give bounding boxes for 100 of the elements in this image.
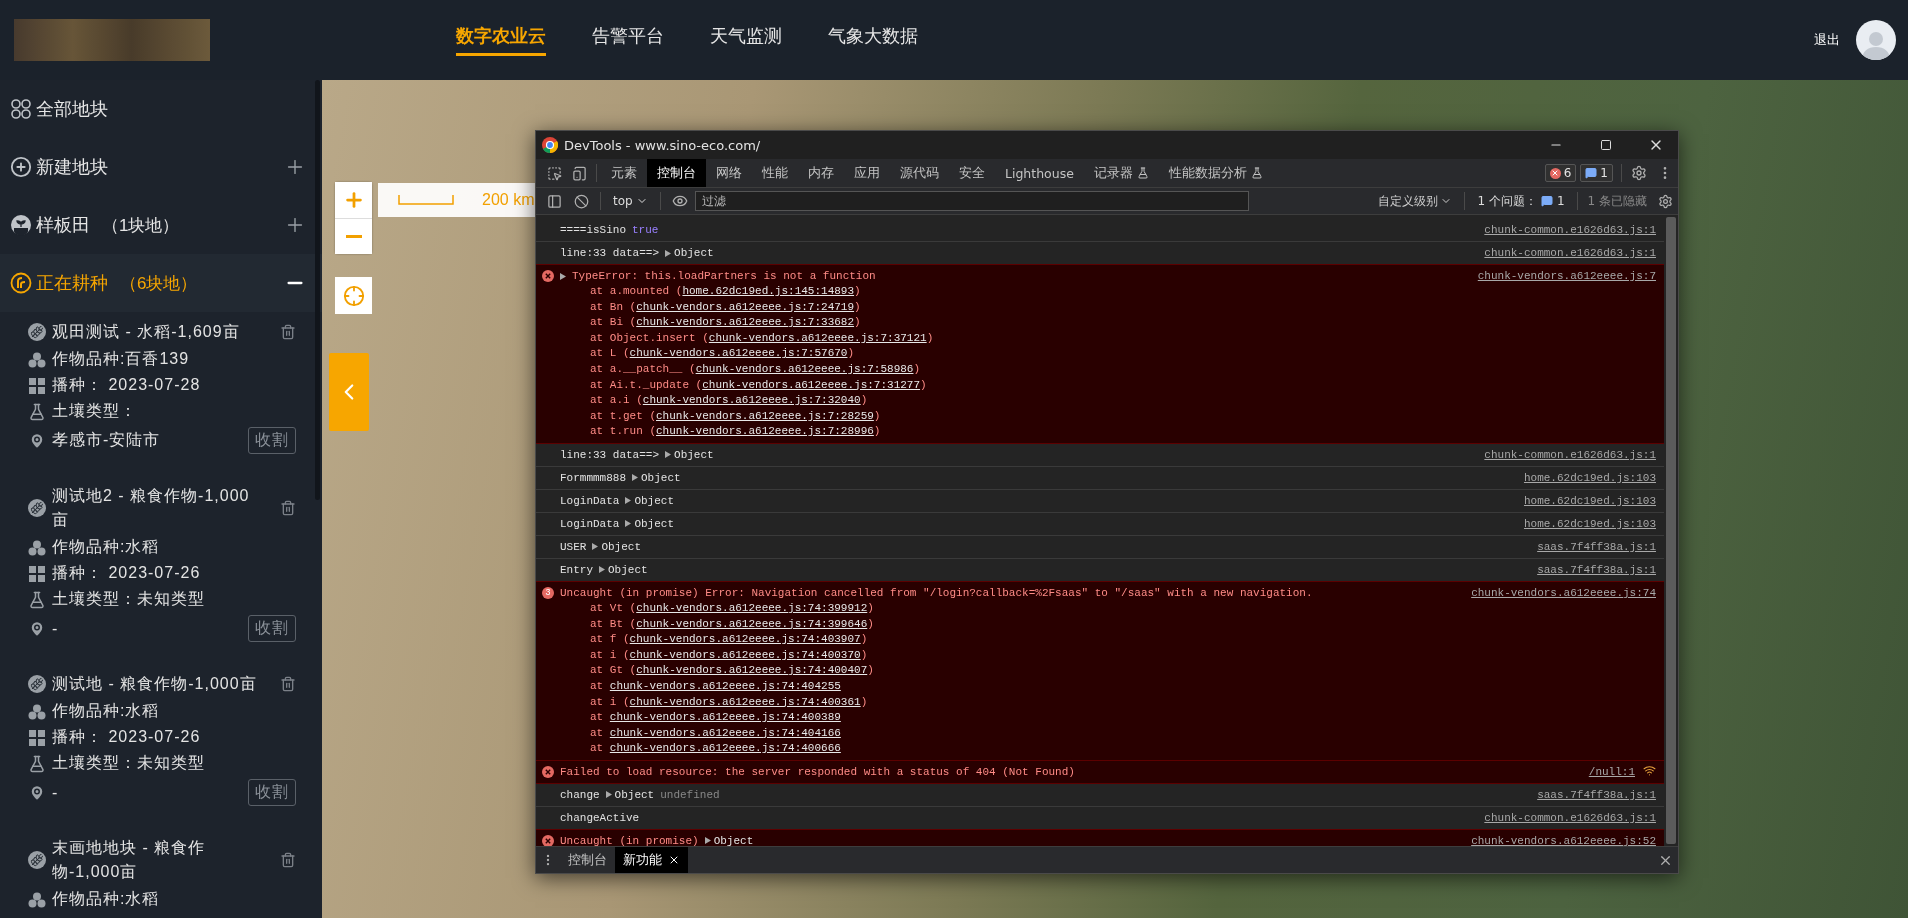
object-value[interactable]: Object (614, 786, 655, 803)
seedling-icon (10, 214, 32, 236)
devtools-tab[interactable]: 安全 (949, 159, 995, 187)
nav-tab[interactable]: 天气监测 (710, 24, 782, 56)
source-link[interactable]: chunk-common.e1626d63.js:1 (1484, 809, 1656, 826)
trash-icon[interactable] (280, 852, 296, 868)
devtools-tab[interactable]: 性能数据分析 (1158, 159, 1273, 187)
drawer-tab[interactable]: 新功能 (615, 847, 688, 873)
stack-link[interactable]: chunk-vendors.a612eeee.js:7:31277 (702, 378, 921, 391)
source-link[interactable]: chunk-vendors.a612eeee.js:74 (1471, 584, 1656, 601)
sowing-date: 播种： 2023-07-28 (52, 375, 202, 395)
message-icon (1585, 167, 1598, 179)
plot-title: 末画地地块 - 粮食作物-1,000亩 (52, 838, 207, 882)
context-dropdown[interactable]: top (607, 194, 654, 208)
nav-tab[interactable]: 气象大数据 (828, 24, 918, 56)
source-link[interactable]: chunk-vendors.a612eeee.js:7 (1477, 268, 1656, 284)
stack-line: at chunk-vendors.a612eeee.js:74:404255 (589, 678, 842, 694)
sidebar-item[interactable]: 样板田 （1块地） (0, 196, 322, 254)
expand-triangle-icon[interactable] (625, 497, 632, 505)
expand-triangle-icon[interactable] (665, 249, 672, 257)
message-counter[interactable]: 1 (1580, 164, 1613, 182)
harvest-button[interactable]: 收割 (248, 427, 296, 454)
stack-link[interactable]: chunk-vendors.a612eeee.js:74:400370 (629, 648, 861, 661)
sidebar-item[interactable]: 正在耕种 （6块地） (0, 254, 322, 312)
source-link[interactable]: saas.7f4ff38a.js:1 (1537, 538, 1656, 555)
stack-link[interactable]: chunk-vendors.a612eeee.js:74:400666 (609, 742, 841, 755)
source-link[interactable]: saas.7f4ff38a.js:1 (1537, 561, 1656, 578)
source-link[interactable]: /null:1 (1588, 763, 1635, 780)
source-link[interactable]: chunk-vendors.a612eeee.js:52 (1471, 832, 1656, 846)
levels-dropdown[interactable]: 自定义级别 (1372, 192, 1459, 210)
trash-icon[interactable] (280, 500, 296, 516)
harvest-button[interactable]: 收割 (248, 779, 296, 806)
error-counter[interactable]: 6 (1544, 164, 1577, 182)
stack-link[interactable]: chunk-vendors.a612eeee.js:7:28259 (656, 409, 874, 422)
devtools-tab[interactable]: 内存 (798, 159, 844, 187)
source-link[interactable]: home.62dc19ed.js:103 (1523, 469, 1656, 486)
stack-link[interactable]: chunk-vendors.a612eeee.js:74:404166 (609, 726, 841, 739)
devtools-tab[interactable]: 网络 (706, 159, 752, 187)
grid-squares-icon (28, 728, 46, 747)
object-value[interactable]: Object (674, 446, 714, 463)
object-value[interactable]: Object (608, 561, 648, 578)
source-link[interactable]: chunk-common.e1626d63.js:1 (1484, 245, 1656, 261)
issues-button[interactable]: 1 个问题： 1 (1471, 192, 1571, 210)
stack-link[interactable]: chunk-vendors.a612eeee.js:7:33682 (636, 316, 855, 329)
expand-triangle-icon[interactable] (625, 520, 632, 528)
stack-link[interactable]: chunk-vendors.a612eeee.js:74:400361 (629, 695, 861, 708)
logout-link[interactable]: 退出 (1814, 31, 1840, 49)
avatar[interactable] (1856, 20, 1896, 60)
harvest-button[interactable]: 收割 (248, 615, 296, 642)
expand-triangle-icon[interactable] (704, 837, 711, 845)
nav-tab[interactable]: 告警平台 (592, 24, 664, 56)
stack-link[interactable]: chunk-vendors.a612eeee.js:74:399646 (636, 617, 868, 630)
object-value[interactable]: Object (634, 515, 675, 532)
source-link[interactable]: saas.7f4ff38a.js:1 (1537, 786, 1656, 803)
devtools-tab[interactable]: 源代码 (890, 159, 949, 187)
object-value[interactable]: Object (641, 469, 681, 486)
expand-triangle-icon[interactable] (599, 566, 605, 574)
devtools-tab[interactable]: 应用 (844, 159, 890, 187)
stack-link[interactable]: chunk-vendors.a612eeee.js:7:24719 (636, 300, 855, 313)
source-link[interactable]: home.62dc19ed.js:103 (1523, 492, 1656, 509)
object-value[interactable]: Object (674, 245, 714, 261)
stack-link[interactable]: chunk-vendors.a612eeee.js:74:400389 (609, 711, 841, 724)
devtools-tab[interactable]: 记录器 (1083, 159, 1159, 187)
devtools-tab[interactable]: Lighthouse (995, 159, 1084, 187)
sidebar-item[interactable]: 新建地块 (0, 138, 322, 196)
filter-field[interactable]: 过滤 (694, 191, 1249, 211)
trash-icon[interactable] (280, 676, 296, 692)
stack-link[interactable]: chunk-vendors.a612eeee.js:74:400407 (636, 664, 868, 677)
stack-link[interactable]: chunk-vendors.a612eeee.js:7:37121 (708, 331, 927, 344)
expand-triangle-icon[interactable] (560, 272, 566, 280)
source-link[interactable]: home.62dc19ed.js:103 (1523, 515, 1656, 532)
nav-tab[interactable]: 数字农业云 (456, 24, 546, 56)
stack-link[interactable]: chunk-vendors.a612eeee.js:7:58986 (695, 362, 914, 375)
close-icon[interactable] (668, 854, 680, 866)
object-value[interactable]: Object (601, 538, 641, 555)
expand-triangle-icon[interactable] (665, 451, 672, 459)
devtools-tab[interactable]: 性能 (752, 159, 798, 187)
stack-link[interactable]: chunk-vendors.a612eeee.js:74:399912 (636, 601, 868, 614)
wheat-icon (28, 675, 46, 693)
stack-line: at a.mounted (home.62dc19ed.js:145:14893) (589, 284, 862, 299)
stack-link[interactable]: chunk-vendors.a612eeee.js:74:404255 (609, 679, 841, 692)
stack-link[interactable]: chunk-vendors.a612eeee.js:7:57670 (629, 347, 848, 360)
sidebar-item[interactable]: 全部地块 (0, 80, 322, 138)
stack-link[interactable]: home.62dc19ed.js:145:14893 (682, 285, 855, 297)
stack-link[interactable]: chunk-vendors.a612eeee.js:74:403907 (629, 633, 861, 646)
stack-line: at Object.insert (chunk-vendors.a612eeee.js:7:37121) (589, 330, 935, 346)
drawer-tab[interactable]: 控制台 (560, 847, 615, 873)
expand-triangle-icon[interactable] (592, 543, 599, 551)
devtools-tab[interactable]: 控制台 (647, 159, 706, 187)
object-value[interactable]: Object (634, 492, 675, 509)
source-link[interactable]: chunk-common.e1626d63.js:1 (1484, 222, 1656, 238)
expand-triangle-icon[interactable] (632, 474, 638, 482)
source-link[interactable]: chunk-common.e1626d63.js:1 (1484, 446, 1656, 463)
stack-link[interactable]: chunk-vendors.a612eeee.js:7:32040 (642, 394, 861, 407)
expand-triangle-icon[interactable] (605, 791, 612, 799)
plot-title: 测试地 - 粮食作物-1,000亩 (52, 674, 258, 694)
stack-link[interactable]: chunk-vendors.a612eeee.js:7:28996 (656, 425, 874, 438)
devtools-tab[interactable]: 元素 (601, 159, 647, 187)
trash-icon[interactable] (280, 324, 296, 340)
object-value[interactable]: Object (713, 832, 754, 846)
